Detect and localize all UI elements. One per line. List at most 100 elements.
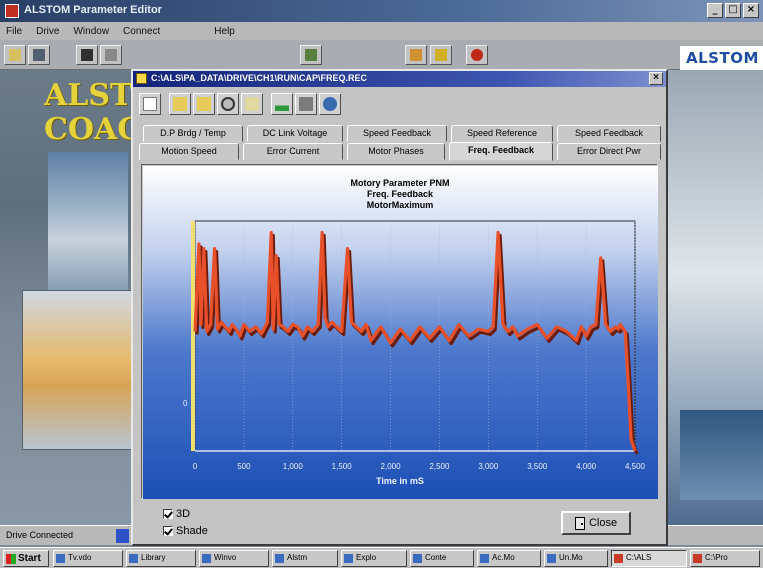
copy-button[interactable]: [241, 93, 263, 115]
x-axis-label: Time in mS: [376, 476, 424, 486]
printer-icon: [105, 49, 117, 61]
x-tick-label-6: 3,000: [478, 462, 499, 471]
tab-speed-feedback-2[interactable]: Speed Feedback: [557, 125, 661, 142]
menu-connect[interactable]: Connect: [123, 26, 160, 37]
minimize-button[interactable]: _: [707, 3, 723, 18]
tab-motor-phases[interactable]: Motor Phases: [347, 143, 445, 160]
app-toolbar: [0, 40, 763, 70]
x-tick-label-8: 4,000: [576, 462, 597, 471]
tab-freq-feedback[interactable]: Freq. Feedback: [449, 142, 553, 161]
x-tick-label-5: 2,500: [429, 462, 450, 471]
option-shade[interactable]: Shade: [163, 525, 208, 537]
toolbar-stop-button[interactable]: [466, 45, 488, 65]
toolbar-save-button[interactable]: [76, 45, 98, 65]
toolbar-help-button[interactable]: [430, 45, 452, 65]
task-unmo[interactable]: Un.Mo: [544, 550, 608, 567]
background-photo: [48, 152, 128, 297]
toolbar-home-button[interactable]: [405, 45, 427, 65]
task-library[interactable]: Library: [126, 550, 196, 567]
status-bar-right: [668, 525, 763, 545]
background-device-photo: [22, 290, 132, 450]
tab-speed-feedback[interactable]: Speed Feedback: [347, 125, 447, 142]
label-3d: 3D: [176, 508, 191, 520]
menu-window[interactable]: Window: [73, 26, 109, 37]
tab-error-current[interactable]: Error Current: [243, 143, 343, 160]
x-tick-label-7: 3,500: [527, 462, 548, 471]
tab-dc-link-voltage[interactable]: DC Link Voltage: [247, 125, 343, 142]
magnifier-icon: [221, 97, 235, 111]
x-tick-label-0: 0: [193, 462, 198, 471]
stop-icon: [471, 49, 483, 61]
door-icon: [574, 516, 585, 530]
close-button[interactable]: Close: [561, 511, 631, 535]
open-file-button[interactable]: [169, 93, 191, 115]
app-titlebar[interactable]: ALSTOM Parameter Editor _ □ ×: [0, 0, 763, 22]
plug-icon: [33, 49, 45, 61]
checkbox-3d[interactable]: [163, 509, 173, 519]
dialog-close-x-button[interactable]: ×: [649, 72, 663, 85]
close-button-label: Close: [588, 517, 618, 529]
x-tick-label-2: 1,000: [283, 462, 304, 471]
save-file-button[interactable]: [193, 93, 215, 115]
dialog-title: C:\ALS\PA_DATA\DRIVE\CH1\RUN\CAP\FREQ.RE…: [151, 73, 368, 83]
tab-error-direct-pwr[interactable]: Error Direct Pwr: [557, 143, 661, 160]
x-tick-label-3: 1,500: [332, 462, 353, 471]
background-right-photo: [680, 410, 763, 500]
folder-icon: [173, 97, 187, 111]
home-icon: [410, 49, 422, 61]
edit-icon: [305, 49, 317, 61]
chart-title: Motory Parameter PNM: [350, 178, 449, 188]
tabs-row-bottom: Motion Speed Error Current Motor Phases …: [139, 142, 664, 161]
alstom-logo: ALSTOM: [680, 46, 763, 70]
task-alstm[interactable]: Alstm: [272, 550, 338, 567]
tab-speed-reference[interactable]: Speed Reference: [451, 125, 553, 142]
freq-feedback-chart: Motory Parameter PNM Freq. Feedback Moto…: [143, 166, 658, 499]
maximize-button[interactable]: □: [725, 3, 741, 18]
app-title: ALSTOM Parameter Editor: [24, 4, 162, 16]
x-tick-label-9: 4,500: [625, 462, 646, 471]
status-indicator: [116, 529, 129, 543]
tab-motion-speed[interactable]: Motion Speed: [139, 143, 239, 160]
chart-type-button[interactable]: [271, 93, 293, 115]
taskbar: Start Tv.vdo Library Winvo Alstm Explo C…: [0, 547, 763, 568]
x-tick-label-4: 2,000: [381, 462, 402, 471]
dialog-titlebar[interactable]: C:\ALS\PA_DATA\DRIVE\CH1\RUN\CAP\FREQ.RE…: [133, 71, 666, 87]
toolbar-connect-button[interactable]: [28, 45, 50, 65]
task-c-pro[interactable]: C:\Pro: [690, 550, 760, 567]
dialog-icon: [136, 73, 147, 84]
file-icon: [197, 97, 211, 111]
print-chart-button[interactable]: [295, 93, 317, 115]
menu-drive[interactable]: Drive: [36, 26, 59, 37]
close-window-button[interactable]: ×: [743, 3, 759, 18]
menu-file[interactable]: File: [6, 26, 22, 37]
checkbox-shade[interactable]: [163, 526, 173, 536]
zoom-button[interactable]: [217, 93, 239, 115]
y-axis-wall: [191, 221, 195, 451]
chart-subtitle-2: MotorMaximum: [367, 200, 434, 210]
new-page-button[interactable]: [139, 93, 161, 115]
toolbar-open-button[interactable]: [4, 45, 26, 65]
task-conte[interactable]: Conte: [410, 550, 474, 567]
settings-button[interactable]: [319, 93, 341, 115]
toolbar-print-button[interactable]: [100, 45, 122, 65]
task-tvvdo[interactable]: Tv.vdo: [53, 550, 123, 567]
dialog-toolbar: [137, 91, 662, 119]
chart-panel: Motory Parameter PNM Freq. Feedback Moto…: [141, 164, 658, 499]
task-c-als[interactable]: C:\ALS: [611, 550, 687, 567]
tab-dp-bridge-temp[interactable]: D.P Brdg / Temp: [143, 125, 243, 142]
windows-flag-icon: [6, 553, 16, 564]
x-tick-label-1: 500: [237, 462, 251, 471]
option-3d[interactable]: 3D: [163, 508, 190, 520]
disk-icon: [81, 49, 93, 61]
task-acmo[interactable]: Ac.Mo: [477, 550, 541, 567]
label-shade: Shade: [176, 525, 208, 537]
record-dialog: C:\ALS\PA_DATA\DRIVE\CH1\RUN\CAP\FREQ.RE…: [131, 69, 668, 546]
menu-help[interactable]: Help: [214, 26, 235, 37]
status-bar: Drive Connected: [0, 525, 131, 545]
menu-bar: File Drive Window Connect Help: [0, 22, 763, 40]
task-explorer[interactable]: Explo: [341, 550, 407, 567]
status-text: Drive Connected: [6, 530, 74, 540]
start-button[interactable]: Start: [3, 550, 49, 567]
toolbar-edit-button[interactable]: [300, 45, 322, 65]
task-winvo[interactable]: Winvo: [199, 550, 269, 567]
